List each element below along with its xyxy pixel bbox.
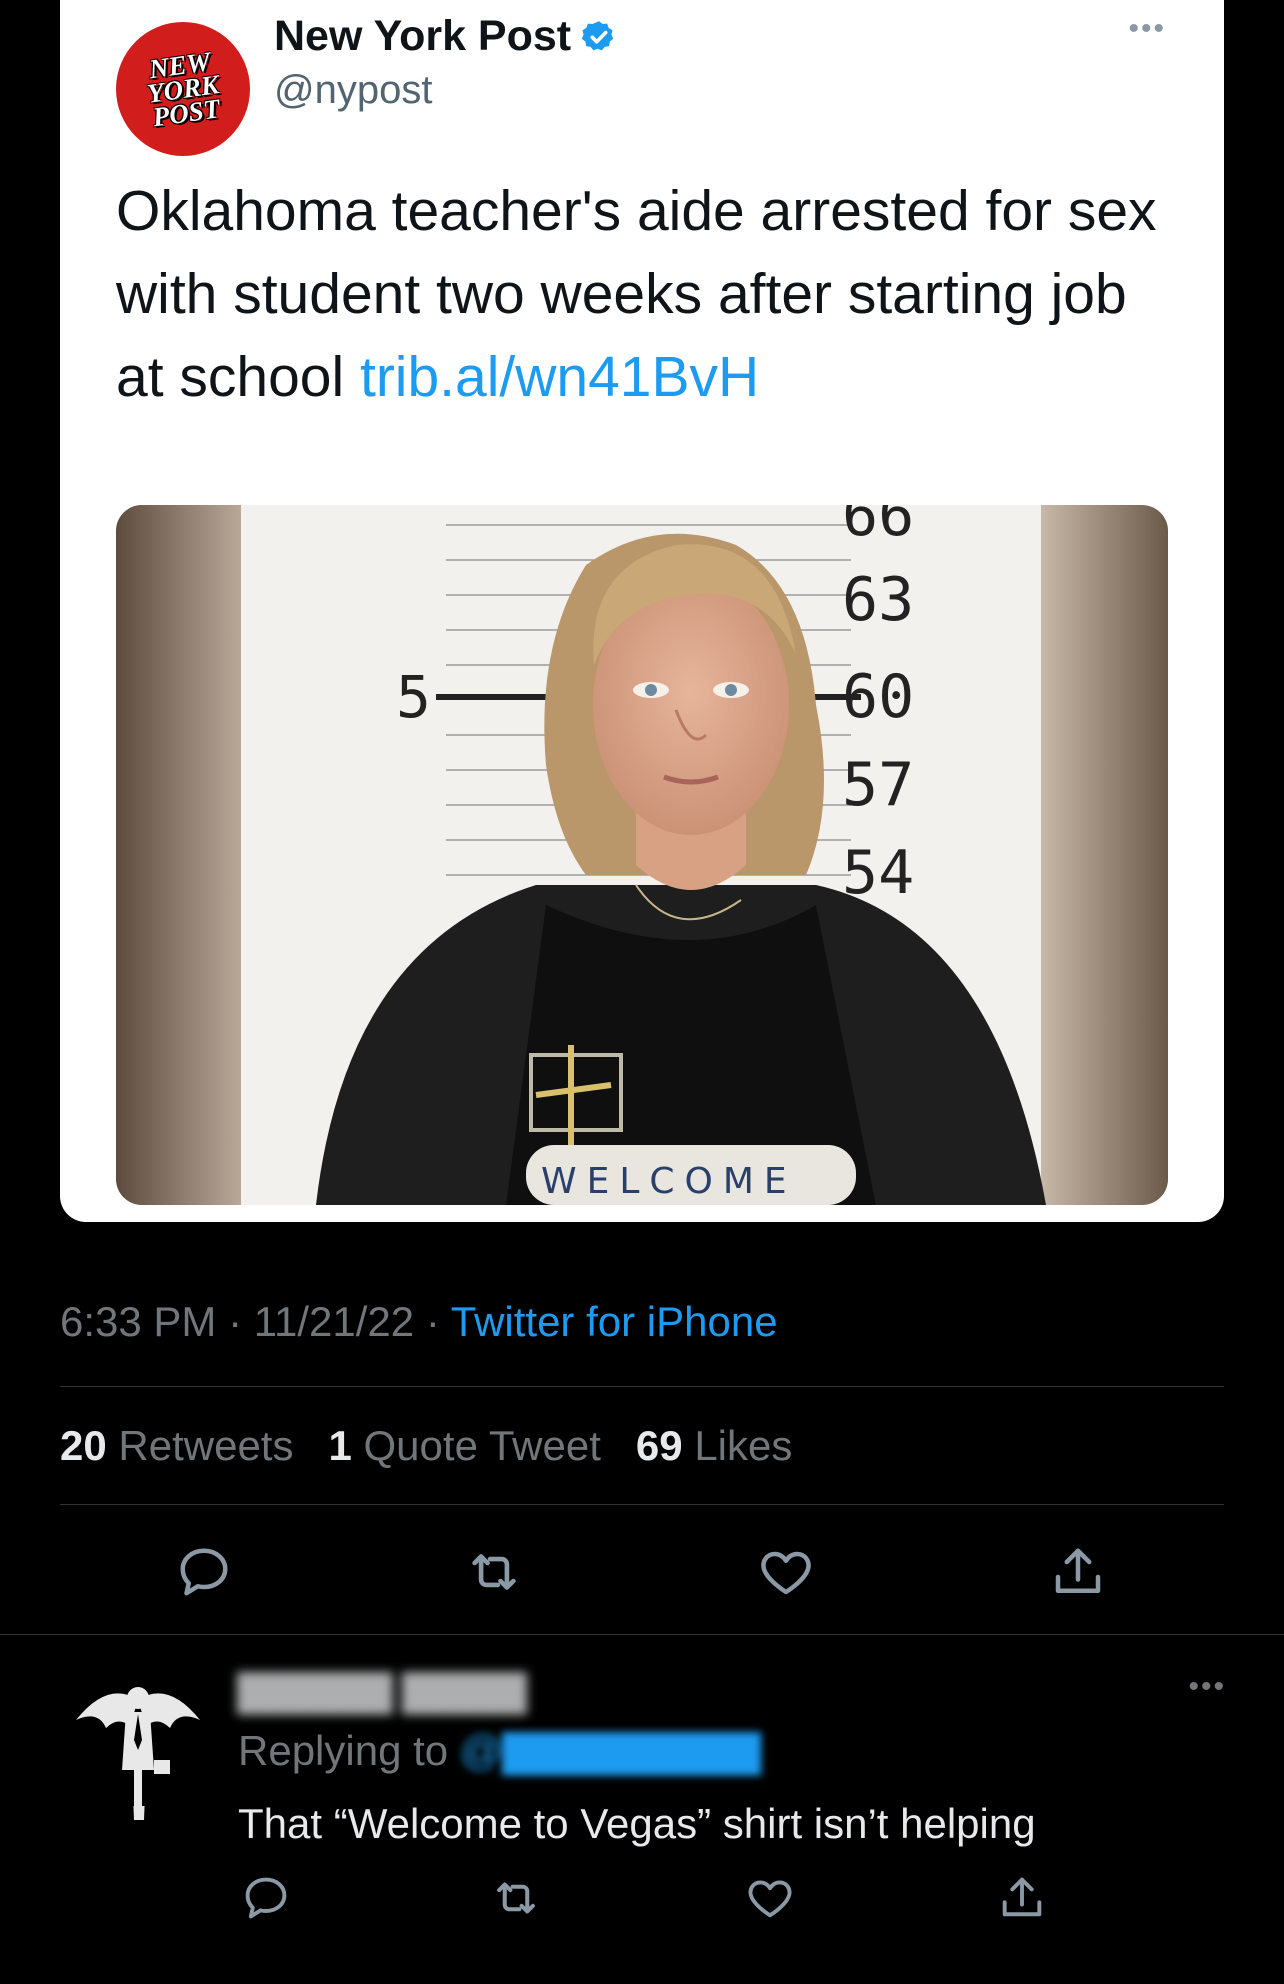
more-options-icon[interactable]: •••: [1188, 1670, 1226, 1704]
reply-text: That “Welcome to Vegas” shirt isn’t help…: [238, 1800, 1036, 1847]
replying-to-label: Replying to: [238, 1727, 449, 1774]
reply-actions: [0, 1870, 1284, 1940]
verified-badge-icon: [581, 19, 617, 55]
likes-stat[interactable]: 69 Likes: [636, 1422, 792, 1469]
tweet-date[interactable]: 11/21/22: [254, 1298, 414, 1345]
tweet-timestamp-row: 6:33 PM · 11/21/22 · Twitter for iPhone: [60, 1298, 778, 1346]
divider: [60, 1504, 1224, 1505]
divider: [60, 1386, 1224, 1387]
nypost-logo: NEW YORK POST: [145, 46, 222, 133]
replying-to: Replying to @▇▇▇▇▇▇▇▇: [238, 1726, 761, 1775]
author-name-text: New York Post: [274, 12, 572, 60]
ruler-label: 60: [842, 662, 914, 732]
retweet-icon[interactable]: [462, 1540, 526, 1604]
tweet-actions: [0, 1540, 1284, 1610]
separator: ·: [228, 1298, 243, 1345]
embedded-tweet-card[interactable]: NEW YORK POST New York Post @nypost ••• …: [60, 0, 1224, 1222]
separator: ·: [425, 1298, 440, 1345]
quotes-stat[interactable]: 1 Quote Tweet: [328, 1422, 600, 1469]
tweet-link[interactable]: trib.al/wn41BvH: [360, 345, 759, 409]
like-icon[interactable]: [754, 1540, 818, 1604]
divider: [0, 1634, 1284, 1635]
like-icon[interactable]: [742, 1870, 798, 1926]
tweet-source[interactable]: Twitter for iPhone: [451, 1298, 778, 1345]
tweet-time[interactable]: 6:33 PM: [60, 1298, 216, 1345]
more-options-icon[interactable]: •••: [1128, 12, 1166, 46]
share-icon[interactable]: [994, 1870, 1050, 1926]
ruler-label: 57: [842, 750, 914, 820]
reply-author-name-redacted[interactable]: ▇▇▇▇▇ ▇▇▇▇: [238, 1668, 526, 1714]
ruler-label: 66: [842, 505, 914, 550]
shirt-text: WELCOME: [541, 1161, 797, 1202]
height-marker: 5: [396, 663, 431, 731]
tweet-author-handle[interactable]: @nypost: [274, 68, 432, 113]
tweet-text: Oklahoma teacher's aide arrested for sex…: [116, 170, 1186, 419]
share-icon[interactable]: [1046, 1540, 1110, 1604]
nypost-avatar[interactable]: NEW YORK POST: [116, 22, 250, 156]
reply-author-avatar[interactable]: [68, 1670, 208, 1830]
ruler-label: 63: [842, 565, 914, 635]
replying-to-handle-redacted[interactable]: @▇▇▇▇▇▇▇▇: [460, 1727, 761, 1774]
tweet-photo[interactable]: 5 66 63 60 57 54 WELCOME: [116, 505, 1168, 1205]
retweets-stat[interactable]: 20 Retweets: [60, 1422, 293, 1469]
tweet-stats: 20 Retweets 1 Quote Tweet 69 Likes: [60, 1422, 792, 1470]
retweet-icon[interactable]: [488, 1870, 544, 1926]
reply-icon[interactable]: [238, 1870, 294, 1926]
tweet-author-name[interactable]: New York Post: [274, 12, 617, 61]
reply-icon[interactable]: [172, 1540, 236, 1604]
